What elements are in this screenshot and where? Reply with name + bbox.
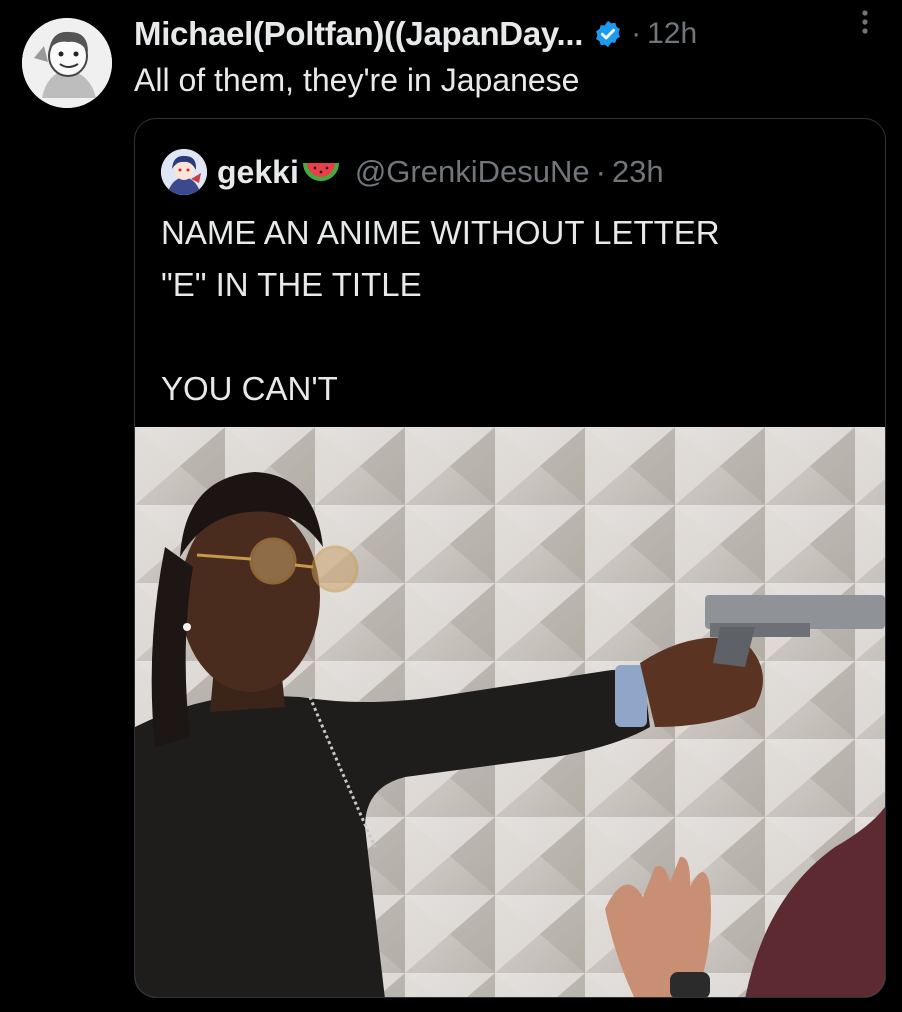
post-text: All of them, they're in Japanese bbox=[134, 62, 580, 98]
quoted-author-avatar[interactable] bbox=[161, 149, 207, 195]
anime-avatar-icon bbox=[22, 18, 112, 108]
man-pointing-pistol-photo bbox=[135, 427, 885, 997]
separator-dot: · bbox=[595, 154, 606, 189]
anime-avatar-icon bbox=[161, 149, 207, 195]
quoted-timestamp[interactable]: 23h bbox=[612, 154, 664, 190]
quoted-author-name[interactable]: gekki bbox=[217, 154, 299, 191]
quoted-tweet-text: NAME AN ANIME WITHOUT LETTER "E" IN THE … bbox=[161, 207, 861, 415]
watermelon-icon bbox=[302, 162, 339, 181]
quoted-author-handle[interactable]: @GrenkiDesuNe bbox=[355, 154, 590, 190]
separator-dot: · bbox=[631, 17, 642, 50]
quoted-tweet-image[interactable] bbox=[135, 427, 885, 997]
quoted-tweet[interactable]: gekki @GrenkiDesuNe · 23h NAME AN ANIME … bbox=[134, 118, 886, 998]
verified-badge-icon bbox=[596, 20, 620, 48]
post-timestamp[interactable]: 12h bbox=[647, 17, 697, 51]
quoted-text-line: "E" IN THE TITLE bbox=[161, 266, 422, 303]
quoted-text-line bbox=[161, 311, 861, 363]
more-options-icon[interactable] bbox=[850, 4, 880, 40]
author-avatar[interactable] bbox=[22, 18, 112, 108]
author-name[interactable]: Michael(Poltfan)((JapanDay... bbox=[134, 15, 583, 53]
quoted-text-line: YOU CAN'T bbox=[161, 370, 338, 407]
tweet[interactable]: Michael(Poltfan)((JapanDay... · 12h All … bbox=[0, 0, 902, 1012]
quoted-tweet-header: gekki @GrenkiDesuNe · 23h bbox=[161, 147, 664, 197]
quoted-text-line: NAME AN ANIME WITHOUT LETTER bbox=[161, 214, 720, 251]
tweet-header: Michael(Poltfan)((JapanDay... · 12h bbox=[134, 14, 894, 54]
